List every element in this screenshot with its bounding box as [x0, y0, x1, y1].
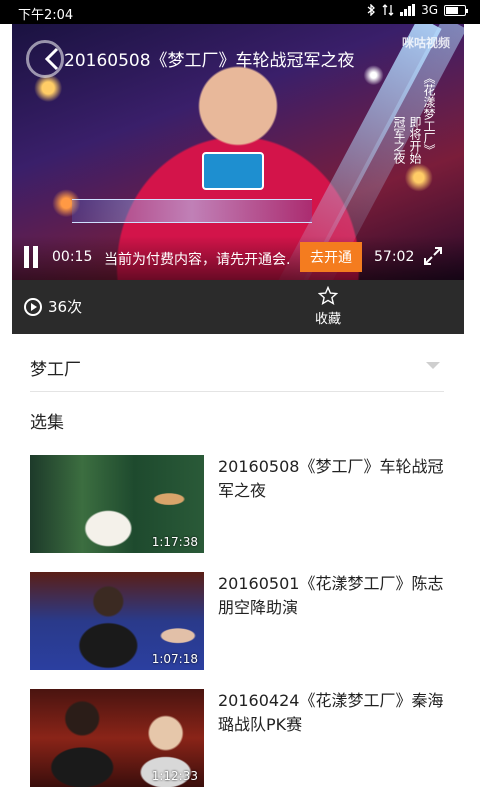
- episode-item[interactable]: 1:12:33 20160424《花漾梦工厂》秦海璐战队PK赛: [30, 689, 450, 789]
- video-info-bar: 36次 收藏: [12, 280, 464, 334]
- video-player[interactable]: 咪咕视频 《花漾梦工厂》 即将开始 冠军之夜 20160508《梦工厂》车轮战冠…: [12, 24, 464, 280]
- status-icons: 3G: [367, 3, 468, 17]
- microphone-card: [202, 152, 264, 190]
- current-time: 00:15: [52, 249, 93, 265]
- episode-title: 20160424《花漾梦工厂》秦海璐战队PK赛: [218, 691, 444, 734]
- episode-item[interactable]: 1:17:38 20160508《梦工厂》车轮战冠军之夜: [30, 455, 450, 555]
- overlay-text-3: 冠军之夜: [392, 116, 406, 164]
- episode-duration: 1:17:38: [151, 535, 198, 549]
- video-duration: 57:02: [374, 249, 415, 265]
- episode-title: 20160501《花漾梦工厂》陈志朋空降助演: [218, 574, 444, 617]
- stage-banner: [72, 199, 312, 223]
- episode-duration: 1:07:18: [151, 652, 198, 666]
- bluetooth-icon: [367, 4, 376, 16]
- episode-thumbnail: 1:17:38: [30, 455, 204, 553]
- program-name: 梦工厂: [30, 360, 81, 380]
- pause-icon[interactable]: [24, 246, 40, 268]
- open-membership-button[interactable]: 去开通: [300, 242, 362, 272]
- video-title: 20160508《梦工厂》车轮战冠军之夜: [64, 51, 355, 71]
- episodes-heading: 选集: [30, 413, 64, 433]
- program-selector[interactable]: 梦工厂: [30, 340, 444, 392]
- overlay-text-1: 《花漾梦工厂》: [422, 72, 436, 156]
- episode-title: 20160508《梦工厂》车轮战冠军之夜: [218, 457, 444, 500]
- episode-thumbnail: 1:07:18: [30, 572, 204, 670]
- status-time: 下午2:04: [18, 8, 74, 23]
- battery-icon: [444, 4, 468, 16]
- network-type: 3G: [421, 3, 438, 17]
- episode-duration: 1:12:33: [151, 769, 198, 783]
- status-bar: 下午2:04 3G: [0, 0, 480, 24]
- overlay-text-2: 即将开始: [408, 116, 422, 164]
- play-count-text: 36次: [48, 298, 83, 316]
- dropdown-caret-icon: [426, 362, 440, 369]
- player-controls: 00:15 当前为付费内容，请先开通会. 去开通 57:02: [12, 236, 464, 280]
- episode-item[interactable]: 1:07:18 20160501《花漾梦工厂》陈志朋空降助演: [30, 572, 450, 672]
- pay-message: 当前为付费内容，请先开通会.: [104, 252, 291, 268]
- play-circle-icon: [24, 297, 42, 316]
- fullscreen-icon[interactable]: [422, 245, 444, 267]
- star-icon: [318, 286, 338, 306]
- play-count: 36次: [24, 296, 82, 317]
- data-transfer-icon: [382, 4, 394, 16]
- favorite-label: 收藏: [314, 312, 341, 327]
- episode-thumbnail: 1:12:33: [30, 689, 204, 787]
- video-watermark: 咪咕视频: [401, 36, 450, 50]
- favorite-button[interactable]: 收藏: [312, 286, 344, 327]
- signal-icon: [400, 4, 416, 16]
